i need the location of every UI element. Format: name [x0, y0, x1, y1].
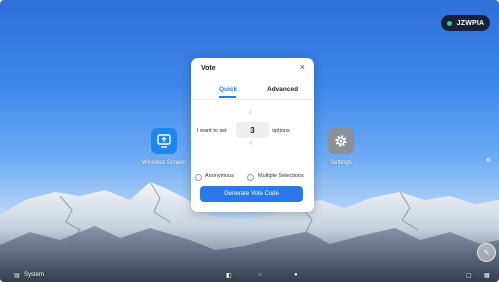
wireless-screen-app-label[interactable]: Wireless Screen: [137, 160, 191, 166]
anonymous-label[interactable]: Anonymous: [205, 173, 234, 179]
vote-dialog: Vote × Quick Advanced 2 I want to set 3 …: [191, 58, 314, 212]
dialog-title: Vote: [201, 65, 216, 72]
settings-app-icon[interactable]: [328, 128, 354, 154]
settings-app-label[interactable]: Settings: [322, 160, 360, 166]
pen-icon: ✎: [483, 249, 490, 257]
recent-apps-icon[interactable]: ●: [294, 272, 298, 278]
stepper-prev-value[interactable]: 2: [249, 110, 252, 116]
tab-advanced[interactable]: Advanced: [267, 86, 298, 93]
multiple-selections-radio[interactable]: [247, 174, 254, 181]
close-icon[interactable]: ×: [300, 63, 305, 72]
tab-quick[interactable]: Quick: [219, 86, 237, 93]
wireless-screen-app-icon[interactable]: [151, 128, 177, 154]
system-label[interactable]: System: [24, 272, 44, 278]
online-status-icon: [446, 20, 452, 26]
stepper-next-value[interactable]: 4: [249, 141, 252, 147]
system-icon[interactable]: ▤: [14, 272, 20, 279]
desktop-screen: JZWPIA Wireless Screen Settings « Vote ×…: [0, 0, 499, 282]
user-code-badge[interactable]: JZWPIA: [441, 15, 490, 31]
user-code-label: JZWPIA: [456, 19, 485, 27]
taskbar: ▤ System ◧ ⌂ ● ▢ ▦: [0, 270, 499, 282]
side-panel-toggle[interactable]: «: [486, 154, 491, 164]
tab-divider: [191, 99, 314, 100]
option-count-suffix: options: [272, 128, 290, 134]
home-icon[interactable]: ⌂: [258, 272, 262, 278]
option-count-prefix: I want to set: [197, 128, 227, 134]
generate-vote-code-button[interactable]: Generate Vote Code: [200, 186, 303, 202]
active-tab-indicator: [219, 96, 236, 98]
anonymous-radio[interactable]: [195, 174, 202, 181]
floating-menu-button[interactable]: ✎: [477, 243, 496, 262]
screenshot-icon[interactable]: ▢: [466, 272, 472, 279]
gear-icon: [335, 135, 347, 147]
screen-share-icon: [157, 134, 171, 148]
back-icon[interactable]: ◧: [226, 272, 232, 279]
multiple-selections-label[interactable]: Multiple Selections: [258, 173, 304, 179]
tools-icon[interactable]: ▦: [484, 272, 490, 279]
option-count-picker[interactable]: 3: [236, 122, 269, 138]
